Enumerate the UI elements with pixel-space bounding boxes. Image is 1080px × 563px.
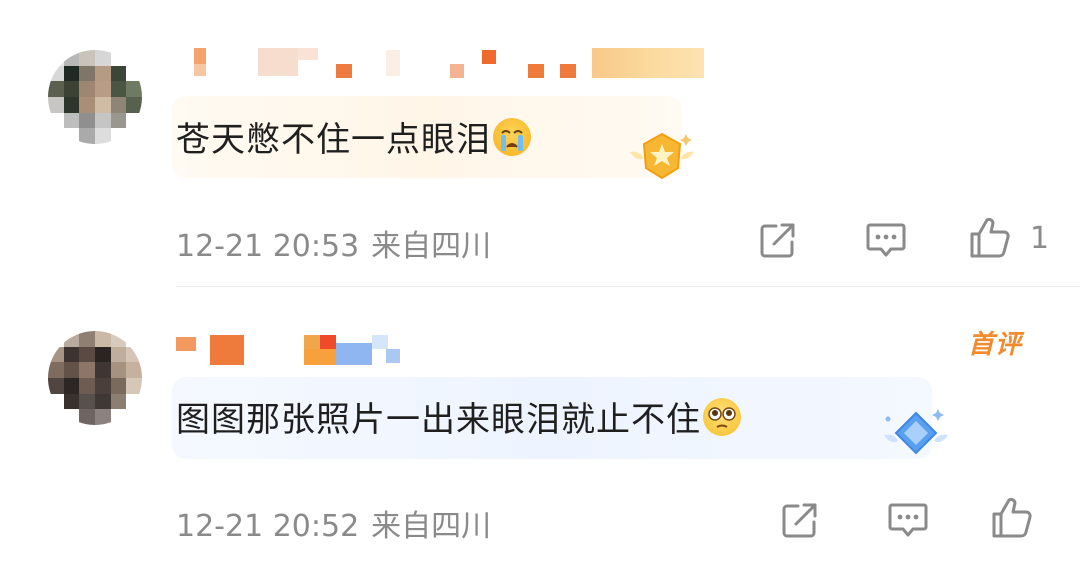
pleading-face-icon bbox=[703, 397, 741, 436]
reply-button[interactable] bbox=[864, 218, 908, 262]
comment-time: 12-21 20:52 bbox=[176, 509, 360, 544]
comment-text: 苍天憋不住一点眼泪 bbox=[176, 112, 531, 161]
comment-icon bbox=[866, 223, 906, 257]
avatar[interactable] bbox=[48, 331, 142, 425]
username-blurred[interactable] bbox=[190, 46, 710, 80]
comment-text-label: 图图那张照片一出来眼泪就止不住 bbox=[176, 400, 701, 440]
first-comment-tag: 首评 bbox=[968, 330, 1023, 360]
share-icon bbox=[782, 503, 817, 538]
comment-meta: 12-21 20:53 来自四川 bbox=[176, 221, 491, 265]
share-button[interactable] bbox=[778, 498, 822, 542]
thumbs-up-icon bbox=[992, 497, 1032, 538]
username-blurred[interactable] bbox=[176, 333, 430, 367]
comment-location: 来自四川 bbox=[371, 229, 492, 264]
share-button[interactable] bbox=[756, 218, 800, 262]
comment-icon bbox=[888, 503, 928, 537]
share-icon bbox=[760, 223, 795, 258]
comment-meta: 12-21 20:52 来自四川 bbox=[176, 501, 491, 545]
like-count: 1 bbox=[1030, 221, 1050, 256]
comment-item[interactable]: 首评 图图那张照片一出来眼泪就止不住 12-21 20:52 来自四川 bbox=[0, 287, 1080, 563]
like-button[interactable] bbox=[990, 496, 1034, 540]
gold-star-badge-icon bbox=[626, 128, 698, 188]
blue-diamond-badge-icon bbox=[880, 405, 952, 469]
like-button[interactable] bbox=[968, 216, 1012, 260]
reply-button[interactable] bbox=[886, 498, 930, 542]
crying-face-icon bbox=[493, 117, 531, 156]
comment-text: 图图那张照片一出来眼泪就止不住 bbox=[176, 392, 741, 441]
thumbs-up-icon bbox=[970, 217, 1010, 258]
comment-text-label: 苍天憋不住一点眼泪 bbox=[176, 120, 491, 160]
avatar[interactable] bbox=[48, 50, 142, 144]
comment-time: 12-21 20:53 bbox=[176, 229, 360, 264]
comment-location: 来自四川 bbox=[371, 509, 492, 544]
comment-item[interactable]: 苍天憋不住一点眼泪 12-21 20:53 来自四川 1 bbox=[0, 0, 1080, 286]
